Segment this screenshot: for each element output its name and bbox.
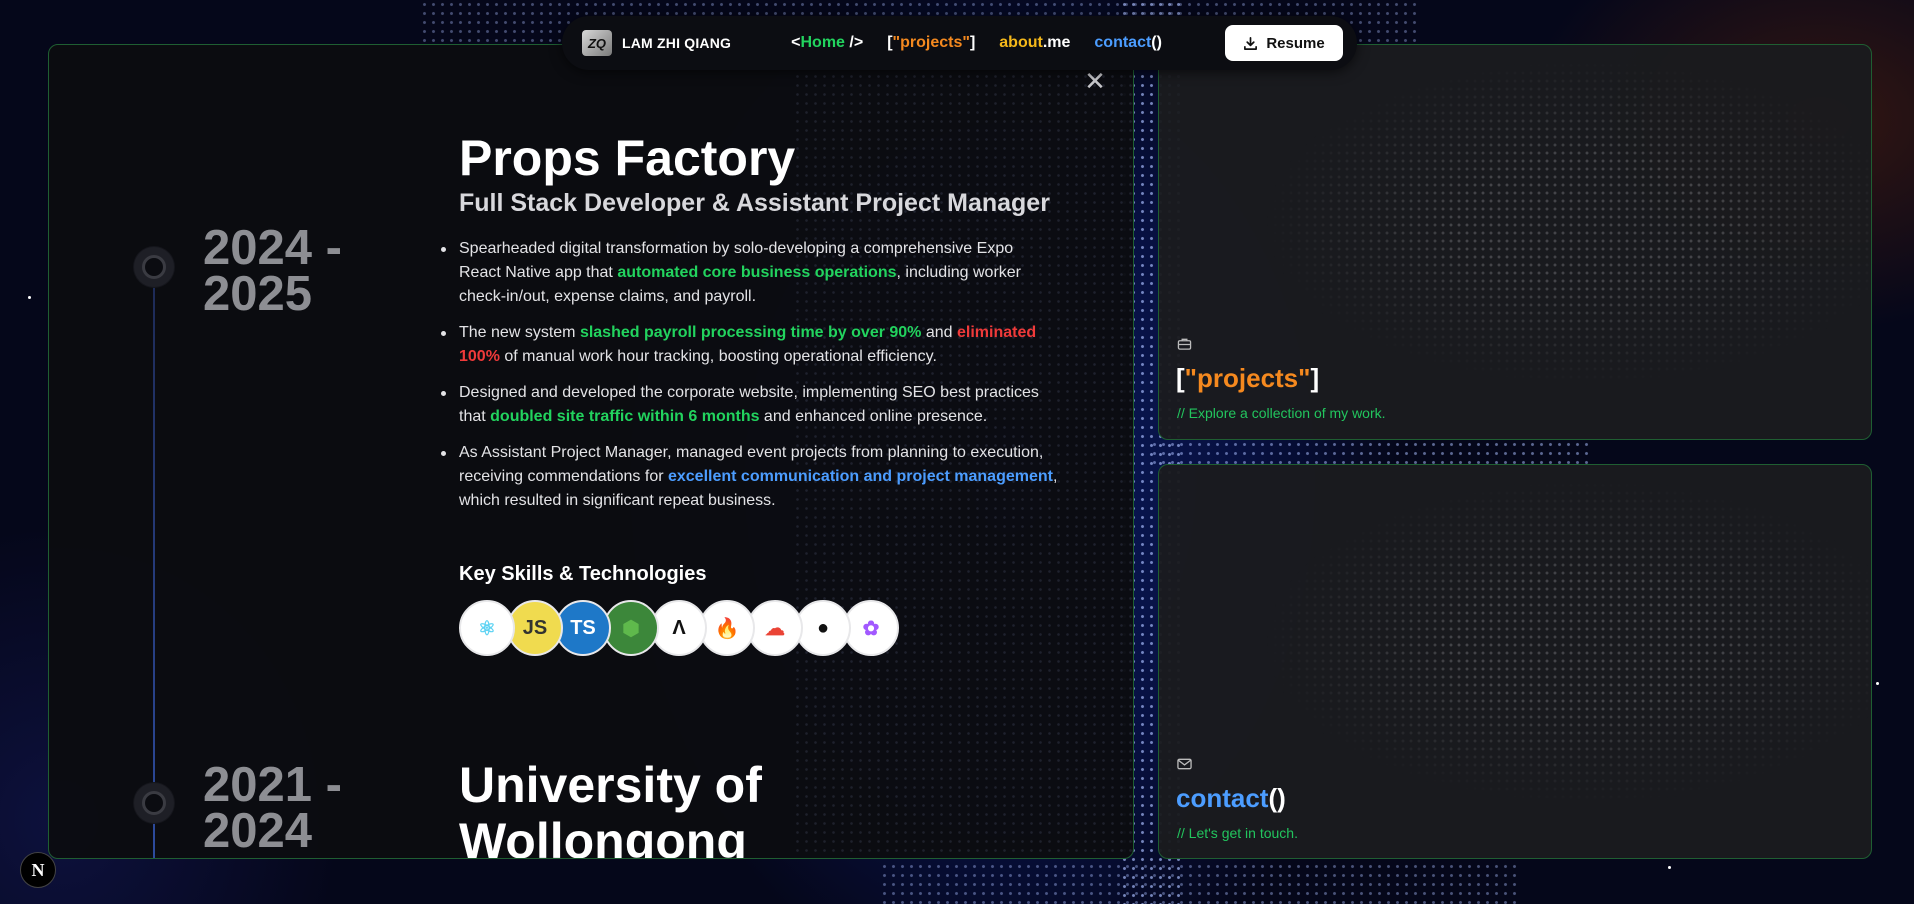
achievement-list: Spearheaded digital transformation by so…	[441, 237, 1059, 525]
nav-home[interactable]: <Home />	[791, 34, 863, 52]
highlight: doubled site traffic within 6 months	[490, 408, 760, 425]
experience-panel: ✕ 2024 - 2025 Props Factory Full Stack D…	[48, 44, 1134, 859]
timeline-line	[153, 275, 155, 858]
contact-card-subtitle: // Let's get in touch.	[1177, 825, 1298, 841]
list-item: Designed and developed the corporate web…	[441, 381, 1059, 429]
experience-years: 2024 - 2025	[203, 221, 342, 321]
projects-card-subtitle: // Explore a collection of my work.	[1177, 405, 1386, 421]
contact-card-title: contact()	[1176, 783, 1286, 813]
react-icon: ⚛	[459, 600, 515, 656]
highlight: slashed payroll processing time by over …	[579, 324, 922, 341]
timeline-dot	[134, 247, 174, 287]
brand-logo-icon: ZQ	[582, 30, 612, 56]
nav-about[interactable]: about.me	[999, 34, 1070, 52]
javascript-icon: JS	[507, 600, 563, 656]
list-item: The new system slashed payroll processin…	[441, 321, 1059, 369]
brand-name: LAM ZHI QIANG	[622, 35, 732, 51]
projects-card[interactable]: ["projects"] // Explore a collection of …	[1158, 44, 1872, 440]
download-icon	[1244, 36, 1258, 50]
highlight: excellent communication and project mana…	[667, 468, 1053, 485]
resume-button[interactable]: Resume	[1225, 25, 1343, 61]
job-role: Full Stack Developer & Assistant Project…	[459, 189, 1050, 217]
resume-label: Resume	[1266, 34, 1325, 52]
nav-projects[interactable]: ["projects"]	[887, 34, 975, 52]
google-cloud-icon: ☁	[747, 600, 803, 656]
nodejs-icon: ⬢	[603, 600, 659, 656]
contact-card[interactable]: contact() // Let's get in touch.	[1158, 464, 1872, 859]
github-icon: ●	[795, 600, 851, 656]
top-navbar: ZQ LAM ZHI QIANG <Home /> ["projects"] a…	[562, 16, 1357, 70]
list-item: As Assistant Project Manager, managed ev…	[441, 441, 1059, 513]
star	[1668, 866, 1671, 869]
skills-title: Key Skills & Technologies	[459, 563, 707, 585]
expo-icon: Λ	[651, 600, 707, 656]
star	[1876, 682, 1879, 685]
timeline-dot	[134, 783, 174, 823]
globe-background-lower	[1150, 440, 1590, 465]
nextjs-dev-badge[interactable]: N	[20, 852, 56, 888]
company-name: University of Wollongong	[459, 757, 762, 859]
typescript-icon: TS	[555, 600, 611, 656]
briefcase-icon	[1177, 337, 1192, 354]
firebase-icon: 🔥	[699, 600, 755, 656]
mail-icon	[1177, 757, 1192, 773]
nav-links: <Home /> ["projects"] about.me contact()	[791, 34, 1162, 52]
highlight: automated core business operations	[617, 264, 897, 281]
nav-contact[interactable]: contact()	[1094, 34, 1162, 52]
company-name: Props Factory	[459, 130, 796, 186]
figma-icon: ✿	[843, 600, 899, 656]
experience-years: 2021 - 2024	[203, 758, 342, 858]
brand[interactable]: ZQ LAM ZHI QIANG	[582, 30, 731, 56]
star	[28, 296, 31, 299]
projects-card-title: ["projects"]	[1176, 363, 1320, 393]
skills-list: ⚛ JS TS ⬢ Λ 🔥 ☁ ● ✿	[459, 600, 899, 656]
globe-background-bottom	[880, 862, 1520, 904]
list-item: Spearheaded digital transformation by so…	[441, 237, 1059, 309]
close-icon[interactable]: ✕	[1083, 68, 1107, 94]
